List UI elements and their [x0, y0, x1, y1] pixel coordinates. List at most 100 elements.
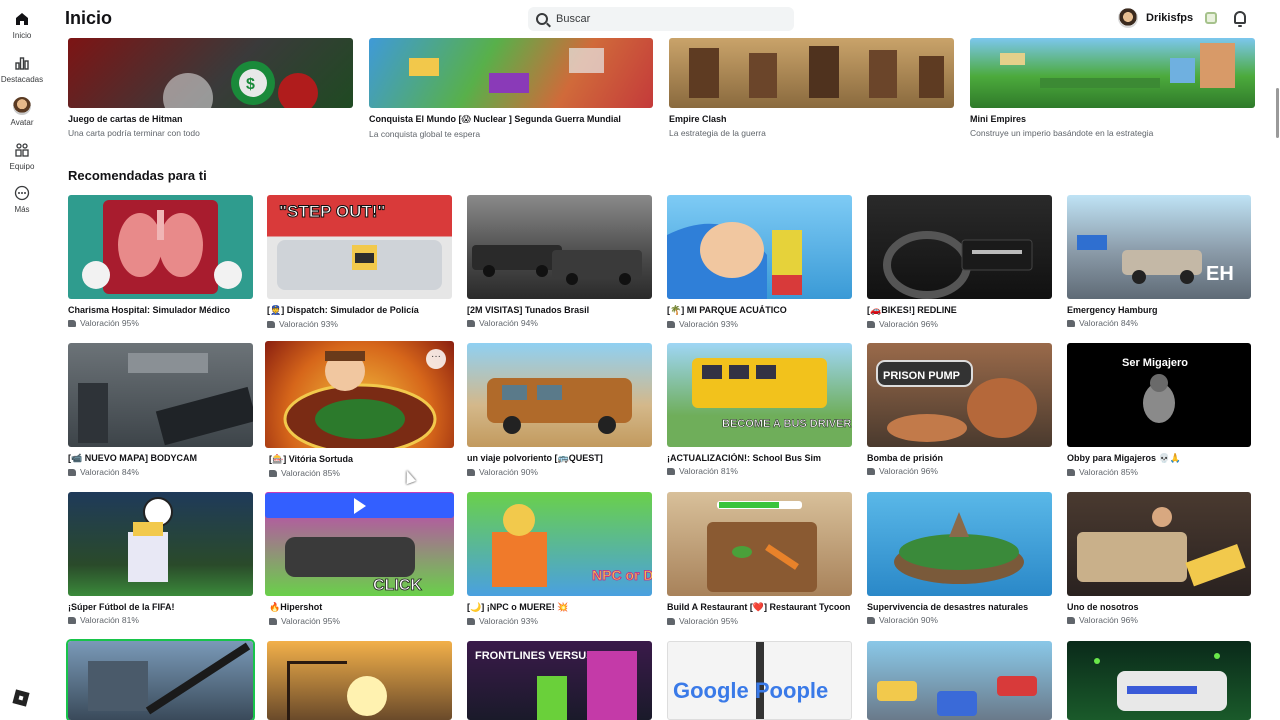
- game-card[interactable]: BECOME A BUS DRIVER ¡ACTUALIZACIÓN!: Sch…: [667, 343, 852, 476]
- game-thumbnail: [867, 641, 1052, 720]
- game-thumbnail: [1067, 641, 1251, 720]
- game-card[interactable]: un viaje polvoriento [🚌QUEST] Valoración…: [467, 343, 652, 477]
- game-thumbnail: EH: [1067, 195, 1251, 299]
- thumb-text-ser-migajero: Ser Migajero: [1122, 357, 1188, 369]
- game-rating: Valoración 85%: [1067, 467, 1251, 477]
- game-card[interactable]: [🌴] MI PARQUE ACUÁTICO Valoración 93%: [667, 195, 852, 329]
- game-rating: Valoración 90%: [867, 615, 1052, 625]
- thumbs-up-icon: [68, 319, 76, 327]
- game-card[interactable]: Supervivencia de desastres naturales Val…: [867, 492, 1052, 625]
- game-thumbnail: [68, 492, 253, 596]
- game-title: Empire Clash: [669, 114, 727, 124]
- game-title: [🎰] Vitória Sortuda: [269, 454, 354, 464]
- nav-item-equipo[interactable]: Equipo: [0, 141, 44, 171]
- game-rating: Valoración 81%: [667, 466, 852, 476]
- game-title: [🌴] MI PARQUE ACUÁTICO: [667, 305, 787, 315]
- chart-icon: [13, 54, 31, 72]
- game-title: un viaje polvoriento [🚌QUEST]: [467, 453, 603, 463]
- game-card[interactable]: Charisma Hospital: Simulador Médico Valo…: [68, 195, 253, 328]
- game-card[interactable]: Empire Clash La estrategia de la guerra: [669, 38, 954, 138]
- game-card[interactable]: ¡Súper Fútbol de la FIFA! Valoración 81%: [68, 492, 253, 625]
- thumbs-up-icon: [667, 617, 675, 625]
- game-card[interactable]: Uno de nosotros Valoración 96%: [1067, 492, 1251, 625]
- game-thumbnail: Ser Migajero: [1067, 343, 1251, 447]
- game-card[interactable]: [267, 641, 452, 720]
- game-title: Bomba de prisión: [867, 453, 944, 463]
- search-input[interactable]: [556, 13, 776, 25]
- game-title: Mini Empires: [970, 114, 1027, 124]
- username[interactable]: Drikisfps: [1146, 12, 1193, 24]
- nav-label: Destacadas: [0, 75, 44, 84]
- game-title: [👮] Dispatch: Simulador de Policía: [267, 305, 419, 315]
- game-card[interactable]: NPC or DIE [🌙] ¡NPC o MUERE! 💥 Valoració…: [467, 492, 652, 626]
- game-card[interactable]: Ser Migajero Obby para Migajeros 💀🙏 Valo…: [1067, 343, 1251, 477]
- game-card[interactable]: Mini Empires Construye un imperio basánd…: [970, 38, 1255, 138]
- game-rating: Valoración 95%: [265, 616, 454, 626]
- thumb-text-bus-driver: BECOME A BUS DRIVER: [722, 418, 851, 430]
- thumbs-up-icon: [867, 616, 875, 624]
- game-card[interactable]: [1067, 641, 1251, 720]
- nav-item-destacadas[interactable]: Destacadas: [0, 54, 44, 84]
- thumbs-up-icon: [1067, 319, 1075, 327]
- game-card[interactable]: Conquista El Mundo [😱 Nuclear ] Segunda …: [369, 38, 653, 139]
- game-card[interactable]: [867, 641, 1052, 720]
- thumbs-up-icon: [467, 319, 475, 327]
- thumb-text-click: CLICK: [373, 577, 422, 594]
- game-rating: Valoración 96%: [867, 466, 1052, 476]
- game-subtitle: Construye un imperio basándote en la est…: [970, 128, 1154, 138]
- team-icon: [13, 141, 31, 159]
- thumbs-up-icon: [467, 468, 475, 476]
- game-rating: Valoración 93%: [467, 616, 652, 626]
- thumbs-up-icon: [667, 320, 675, 328]
- game-card[interactable]: [68, 641, 253, 720]
- game-card[interactable]: Google Poople: [667, 641, 852, 720]
- game-title: Charisma Hospital: Simulador Médico: [68, 305, 231, 315]
- nav-item-inicio[interactable]: Inicio: [0, 10, 44, 40]
- game-title: [🚗BIKES!] REDLINE: [867, 305, 957, 315]
- game-rating: Valoración 90%: [467, 467, 652, 477]
- game-card[interactable]: EH Emergency Hamburg Valoración 84%: [1067, 195, 1251, 328]
- thumbs-up-icon: [269, 617, 277, 625]
- game-card[interactable]: $ Juego de cartas de Hitman Una carta po…: [68, 38, 353, 138]
- nav-label: Equipo: [9, 162, 35, 171]
- thumb-text-step-out: "STEP OUT!": [279, 202, 385, 221]
- scrollbar[interactable]: [1276, 88, 1279, 138]
- game-thumbnail: [369, 38, 653, 108]
- game-card[interactable]: [🚗BIKES!] REDLINE Valoración 96%: [867, 195, 1052, 329]
- more-options-icon[interactable]: ···: [426, 349, 446, 369]
- game-title: Supervivencia de desastres naturales: [867, 602, 1029, 612]
- thumbs-up-icon: [68, 468, 76, 476]
- robux-icon[interactable]: [1205, 12, 1218, 24]
- nav-item-mas[interactable]: Más: [0, 184, 44, 214]
- game-thumbnail: NPC or DIE: [467, 492, 652, 596]
- bell-icon[interactable]: [1234, 11, 1246, 27]
- user-avatar[interactable]: [1118, 8, 1138, 28]
- user-menu[interactable]: Drikisfps: [1118, 8, 1218, 28]
- game-card[interactable]: PRISON PUMP Bomba de prisión Valoración …: [867, 343, 1052, 476]
- game-thumbnail: "STEP OUT!": [267, 195, 452, 299]
- thumbs-up-icon: [867, 320, 875, 328]
- game-subtitle: La estrategia de la guerra: [669, 128, 766, 138]
- game-card[interactable]: [2M VISITAS] Tunados Brasil Valoración 9…: [467, 195, 652, 328]
- game-title: [2M VISITAS] Tunados Brasil: [467, 305, 590, 315]
- game-card[interactable]: Build A Restaurant [❤️] Restaurant Tycoo…: [667, 492, 852, 626]
- nav-label: Inicio: [12, 31, 32, 40]
- game-card[interactable]: [📹 NUEVO MAPA] BODYCAM Valoración 84%: [68, 343, 253, 477]
- section-title[interactable]: Recomendadas para ti: [68, 168, 207, 183]
- game-thumbnail: [467, 343, 652, 447]
- home-icon: [13, 10, 31, 28]
- search-bar[interactable]: [528, 7, 794, 31]
- game-card[interactable]: "STEP OUT!" [👮] Dispatch: Simulador de P…: [267, 195, 452, 329]
- roblox-logo-icon[interactable]: [12, 689, 30, 707]
- play-button[interactable]: [265, 493, 454, 518]
- game-card-hovered[interactable]: ··· [🎰] Vitória Sortuda Valoración 85%: [265, 341, 454, 478]
- game-rating: Valoración 95%: [68, 318, 253, 328]
- game-card[interactable]: FRONTLINES VERSUS: [467, 641, 652, 720]
- game-subtitle: La conquista global te espera: [369, 129, 481, 139]
- game-thumbnail: [68, 195, 253, 299]
- game-rating: Valoración 81%: [68, 615, 253, 625]
- nav-item-avatar[interactable]: Avatar: [0, 97, 44, 127]
- game-rating: Valoración 84%: [1067, 318, 1251, 328]
- game-thumbnail: [669, 38, 954, 108]
- thumbs-up-icon: [667, 467, 675, 475]
